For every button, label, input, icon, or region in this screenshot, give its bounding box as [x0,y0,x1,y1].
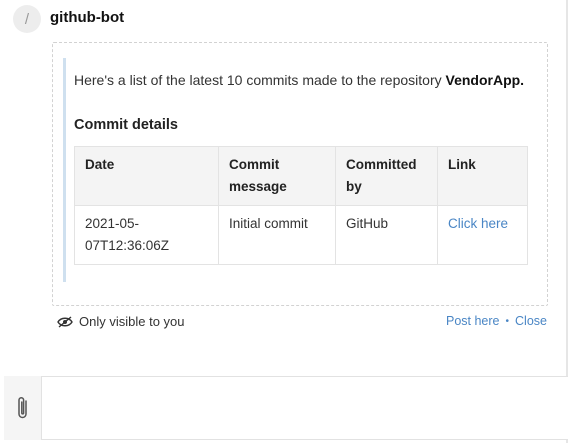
table-row: 2021-05-07T12:36:06Z Initial commit GitH… [74,205,528,265]
cell-commit-message: Initial commit [218,205,336,265]
header-commit-message: Commit message [218,146,336,206]
paperclip-icon [17,396,27,419]
attach-button[interactable] [4,376,42,440]
commit-link[interactable]: Click here [448,216,508,231]
avatar-glyph: / [24,10,30,28]
visibility-text: Only visible to you [79,314,185,329]
bot-avatar: / [13,5,41,33]
section-title: Commit details [74,117,178,133]
message-actions: Post here • Close [446,314,547,328]
visibility-note: Only visible to you [57,314,185,329]
cell-date: 2021-05-07T12:36:06Z [74,205,219,265]
repository-name: VendorApp. [445,72,525,88]
close-link[interactable]: Close [515,314,547,328]
header-link: Link [437,146,528,206]
header-date: Date [74,146,219,206]
message-intro: Here's a list of the latest 10 commits m… [74,72,524,88]
eye-slash-icon [57,315,73,328]
message-composer[interactable] [4,376,568,440]
cell-committed-by: GitHub [335,205,438,265]
post-here-link[interactable]: Post here [446,314,500,328]
commits-table: Date Commit message Committed by Link 20… [74,146,528,265]
intro-text: Here's a list of the latest 10 commits m… [74,72,446,88]
action-separator: • [505,315,510,327]
bot-name[interactable]: github-bot [50,9,124,26]
table-header-row: Date Commit message Committed by Link [74,146,528,206]
header-committed-by: Committed by [335,146,438,206]
cell-link: Click here [437,205,528,265]
